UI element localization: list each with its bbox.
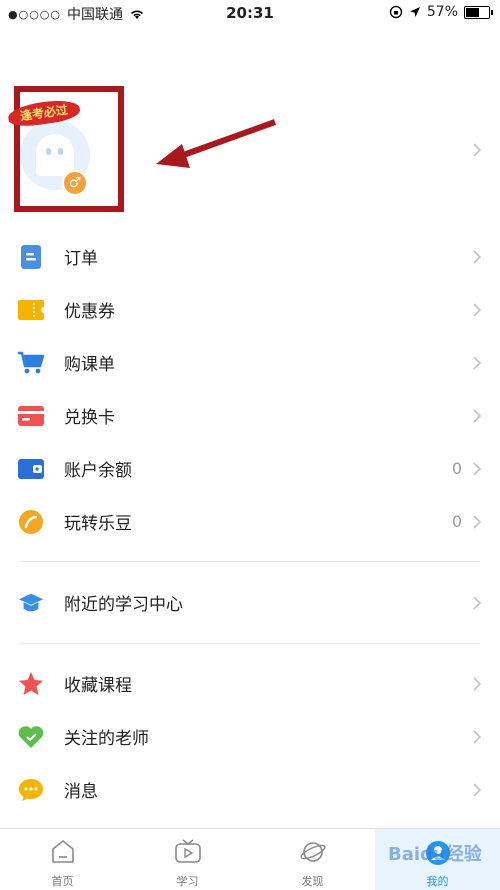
chevron-right-icon xyxy=(473,408,482,423)
home-icon xyxy=(51,840,74,863)
tab-label: 首页 xyxy=(51,875,74,888)
menu-item-label: 订单 xyxy=(64,249,98,269)
menu-item-le-beans[interactable]: 玩转乐豆 0 xyxy=(0,495,500,548)
chevron-right-icon xyxy=(473,595,482,610)
gender-badge: ♂ xyxy=(62,170,88,196)
chevron-right-icon xyxy=(473,782,482,797)
coupon-icon xyxy=(18,297,44,323)
menu-item-cart[interactable]: 购课单 xyxy=(0,336,500,389)
section-divider xyxy=(20,643,480,644)
graduation-cap-icon xyxy=(18,590,44,616)
menu-item-favorite-courses[interactable]: 收藏课程 xyxy=(0,657,500,710)
status-bar: ●○○○○ 中国联通 20:31 57% xyxy=(0,0,500,26)
section-divider xyxy=(20,561,480,562)
chevron-right-icon xyxy=(473,302,482,317)
heart-icon xyxy=(18,724,44,750)
ghost-icon xyxy=(36,134,74,176)
menu-item-nearby-learning-center[interactable]: 附近的学习中心 xyxy=(0,576,500,629)
menu-item-redeem-card[interactable]: 兑换卡 xyxy=(0,389,500,442)
battery-icon xyxy=(464,5,493,19)
tv-icon xyxy=(174,839,201,863)
watermark: Baidu经验 xyxy=(388,844,482,865)
annotation-arrow-icon xyxy=(156,119,277,168)
chevron-right-icon xyxy=(473,143,482,157)
menu-item-label: 消息 xyxy=(64,782,98,802)
menu-item-orders[interactable]: 订单 xyxy=(0,230,500,283)
menu-item-account-balance[interactable]: 账户余额 0 xyxy=(0,442,500,495)
card-icon xyxy=(18,403,44,429)
rotation-lock-icon xyxy=(389,5,403,19)
menu-item-coupons[interactable]: 优惠券 xyxy=(0,283,500,336)
balance-value: 0 xyxy=(451,459,462,478)
chevron-right-icon xyxy=(473,461,482,476)
battery-percent: 57% xyxy=(426,4,458,20)
order-icon xyxy=(18,244,44,270)
menu-item-label: 附近的学习中心 xyxy=(64,595,183,615)
menu-item-label: 账户余额 xyxy=(64,461,132,481)
tab-discover[interactable]: 发现 xyxy=(250,829,375,890)
profile-header[interactable]: 逢考必过 ♂ xyxy=(0,82,500,227)
menu-item-label: 关注的老师 xyxy=(64,729,149,749)
tab-label: 发现 xyxy=(301,875,324,888)
tab-home[interactable]: 首页 xyxy=(0,829,125,890)
menu-item-messages[interactable]: 消息 xyxy=(0,763,500,816)
location-icon xyxy=(409,7,420,17)
menu-item-label: 玩转乐豆 xyxy=(64,514,132,534)
chevron-right-icon xyxy=(473,729,482,744)
chevron-right-icon xyxy=(473,676,482,691)
star-icon xyxy=(18,671,44,697)
beans-value: 0 xyxy=(451,512,462,531)
menu-item-followed-teachers[interactable]: 关注的老师 xyxy=(0,710,500,763)
chevron-right-icon xyxy=(473,514,482,529)
avatar[interactable]: 逢考必过 ♂ xyxy=(0,82,140,222)
menu-item-label: 购课单 xyxy=(64,355,115,375)
chevron-right-icon xyxy=(473,355,482,370)
chevron-right-icon xyxy=(473,249,482,264)
bean-icon xyxy=(18,509,44,535)
menu-item-label: 优惠券 xyxy=(64,302,115,322)
cart-icon xyxy=(18,350,44,376)
menu-item-label: 收藏课程 xyxy=(64,676,132,696)
message-icon xyxy=(18,777,44,803)
tab-label: 我的 xyxy=(426,875,449,888)
menu-item-label: 兑换卡 xyxy=(64,408,115,428)
wallet-icon xyxy=(18,456,44,482)
tab-label: 学习 xyxy=(176,875,199,888)
tab-study[interactable]: 学习 xyxy=(125,829,250,890)
planet-icon xyxy=(299,842,326,862)
